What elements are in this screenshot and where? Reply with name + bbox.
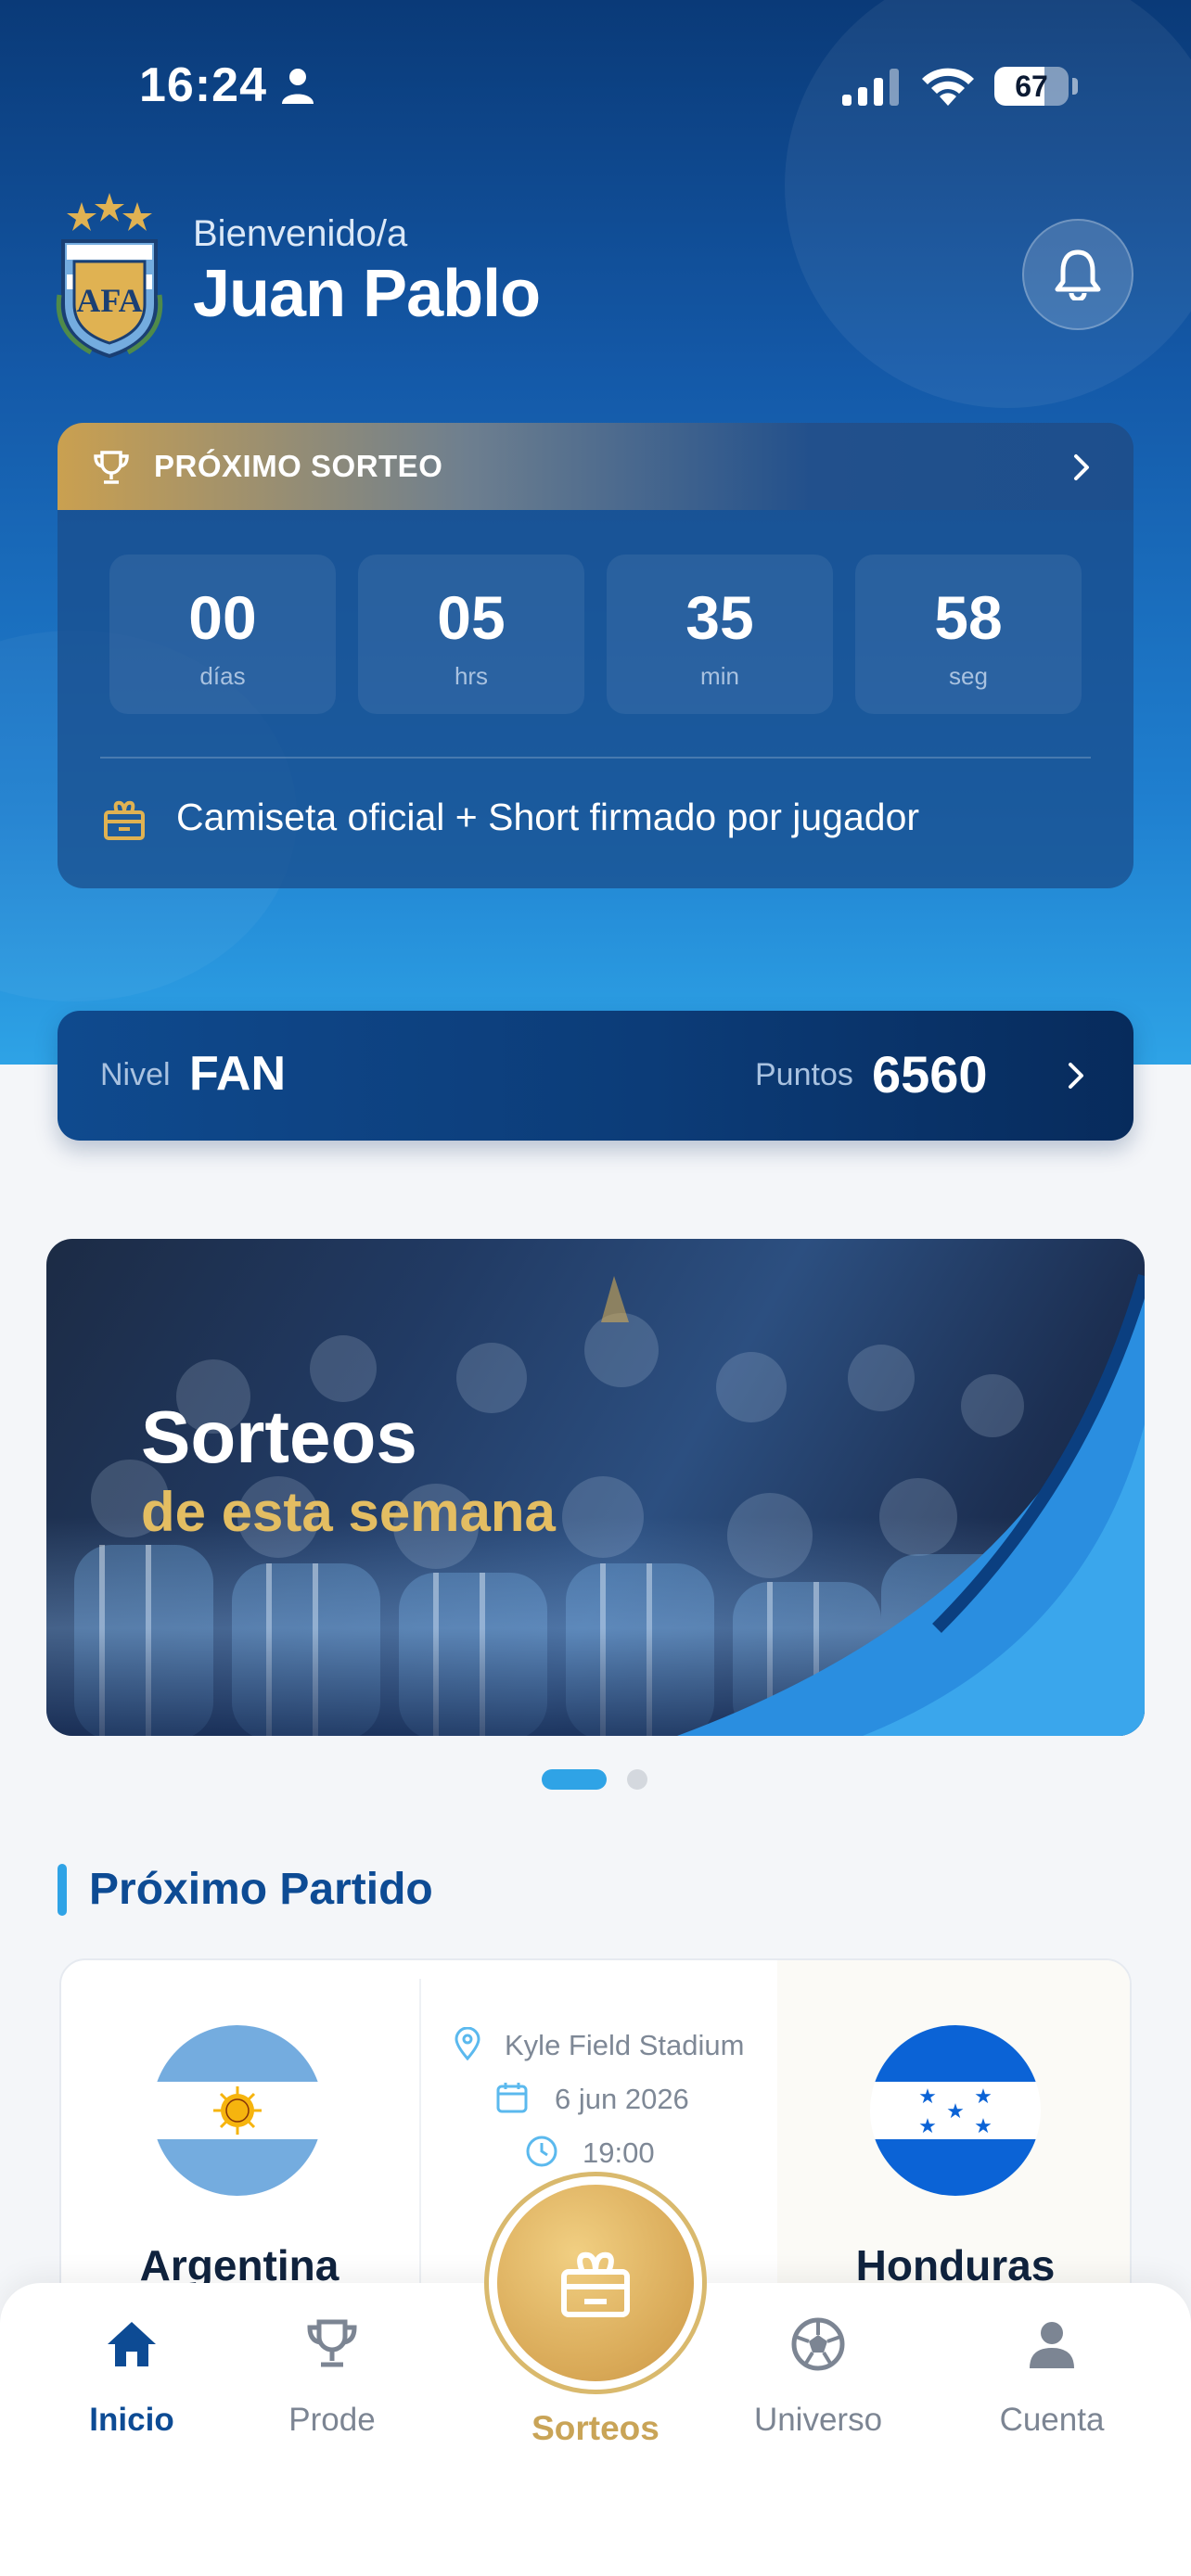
countdown-unit: min bbox=[700, 662, 739, 690]
level-value: FAN bbox=[189, 1047, 286, 1101]
next-draw-header[interactable]: PRÓXIMO SORTEO bbox=[58, 423, 1133, 510]
svg-text:★: ★ bbox=[974, 2115, 992, 2138]
pagination-dot-active[interactable] bbox=[542, 1769, 607, 1790]
countdown-value: 00 bbox=[188, 583, 257, 652]
countdown-seconds: 58 seg bbox=[855, 555, 1082, 714]
status-bar: 16:24 67 bbox=[0, 0, 1191, 167]
welcome-text: Bienvenido/a bbox=[193, 213, 408, 254]
battery-level: 67 bbox=[1015, 70, 1048, 103]
draw-prize: Camiseta oficial + Short firmado por jug… bbox=[176, 796, 920, 838]
gift-icon bbox=[104, 800, 145, 840]
next-draw-card[interactable]: PRÓXIMO SORTEO 00 días 05 hrs 35 min 58 … bbox=[58, 423, 1133, 888]
pagination-dot[interactable] bbox=[627, 1769, 647, 1790]
signal-icon bbox=[842, 69, 899, 106]
nav-label-sorteos[interactable]: Sorteos bbox=[464, 2409, 727, 2448]
status-time: 16:24 bbox=[139, 58, 267, 112]
sorteos-button-inner[interactable] bbox=[497, 2185, 694, 2381]
user-name: Juan Pablo bbox=[193, 257, 541, 331]
nav-label: Inicio bbox=[89, 2402, 174, 2438]
nav-item-prode[interactable]: Prode bbox=[239, 2316, 425, 2446]
draws-banner[interactable]: Sorteos de esta semana bbox=[46, 1239, 1145, 1736]
countdown-minutes: 35 min bbox=[607, 555, 833, 714]
chevron-right-icon[interactable] bbox=[1065, 449, 1098, 486]
svg-text:★: ★ bbox=[918, 2085, 937, 2109]
nav-item-universo[interactable]: Universo bbox=[725, 2316, 911, 2446]
argentina-flag bbox=[152, 2025, 323, 2196]
countdown-unit: días bbox=[199, 662, 246, 690]
countdown-value: 35 bbox=[685, 583, 754, 652]
match-date: 6 jun 2026 bbox=[555, 2083, 689, 2115]
chevron-right-icon bbox=[1069, 1063, 1083, 1089]
svg-text:★: ★ bbox=[974, 2085, 992, 2109]
banner-title: Sorteos bbox=[141, 1396, 417, 1478]
next-draw-title: PRÓXIMO SORTEO bbox=[154, 449, 443, 483]
clock-icon bbox=[526, 2136, 557, 2167]
honduras-flag: ★ ★ ★ ★ ★ bbox=[870, 2025, 1041, 2196]
countdown-hours: 05 hrs bbox=[358, 555, 584, 714]
trophy-icon bbox=[94, 451, 129, 484]
section-accent bbox=[58, 1864, 67, 1916]
divider bbox=[419, 1979, 421, 2331]
location-pin-icon bbox=[455, 2027, 480, 2060]
nav-label: Cuenta bbox=[999, 2402, 1105, 2438]
gift-icon bbox=[561, 2251, 630, 2317]
points-value: 6560 bbox=[872, 1045, 988, 1103]
nav-label: Prode bbox=[288, 2402, 376, 2438]
battery-cap bbox=[1072, 78, 1078, 95]
section-title: Próximo Partido bbox=[89, 1865, 433, 1914]
svg-text:AFA: AFA bbox=[76, 282, 142, 319]
notifications-button[interactable] bbox=[1022, 219, 1133, 330]
trophy-icon bbox=[307, 2319, 357, 2367]
nav-item-inicio[interactable]: Inicio bbox=[39, 2316, 224, 2446]
wifi-icon bbox=[922, 68, 974, 106]
svg-text:★: ★ bbox=[918, 2115, 937, 2138]
countdown-days: 00 días bbox=[109, 555, 336, 714]
countdown-value: 58 bbox=[934, 583, 1003, 652]
countdown-unit: seg bbox=[949, 662, 988, 690]
match-time: 19:00 bbox=[583, 2136, 655, 2169]
countdown-value: 05 bbox=[437, 583, 506, 652]
banner-subtitle: de esta semana bbox=[141, 1481, 556, 1543]
calendar-icon bbox=[496, 2083, 528, 2113]
person-icon bbox=[282, 69, 314, 104]
bell-icon bbox=[1055, 249, 1101, 300]
divider bbox=[100, 757, 1091, 759]
level-points-bar[interactable]: Nivel FAN Puntos 6560 bbox=[58, 1011, 1133, 1141]
sorteos-center-button[interactable] bbox=[484, 2172, 707, 2394]
level-label: Nivel bbox=[100, 1057, 171, 1092]
soccer-ball-icon bbox=[791, 2317, 845, 2371]
home-icon bbox=[108, 2322, 156, 2366]
svg-text:★: ★ bbox=[946, 2100, 965, 2123]
match-venue: Kyle Field Stadium bbox=[505, 2029, 745, 2061]
nav-label: Universo bbox=[753, 2402, 883, 2438]
points-label: Puntos bbox=[755, 1057, 853, 1092]
user-icon bbox=[1030, 2322, 1074, 2368]
countdown-unit: hrs bbox=[454, 662, 489, 690]
nav-item-cuenta[interactable]: Cuenta bbox=[959, 2316, 1145, 2446]
carousel-pagination[interactable] bbox=[542, 1769, 653, 1790]
afa-logo: AFA bbox=[56, 193, 163, 359]
battery-indicator: 67 bbox=[994, 67, 1069, 106]
